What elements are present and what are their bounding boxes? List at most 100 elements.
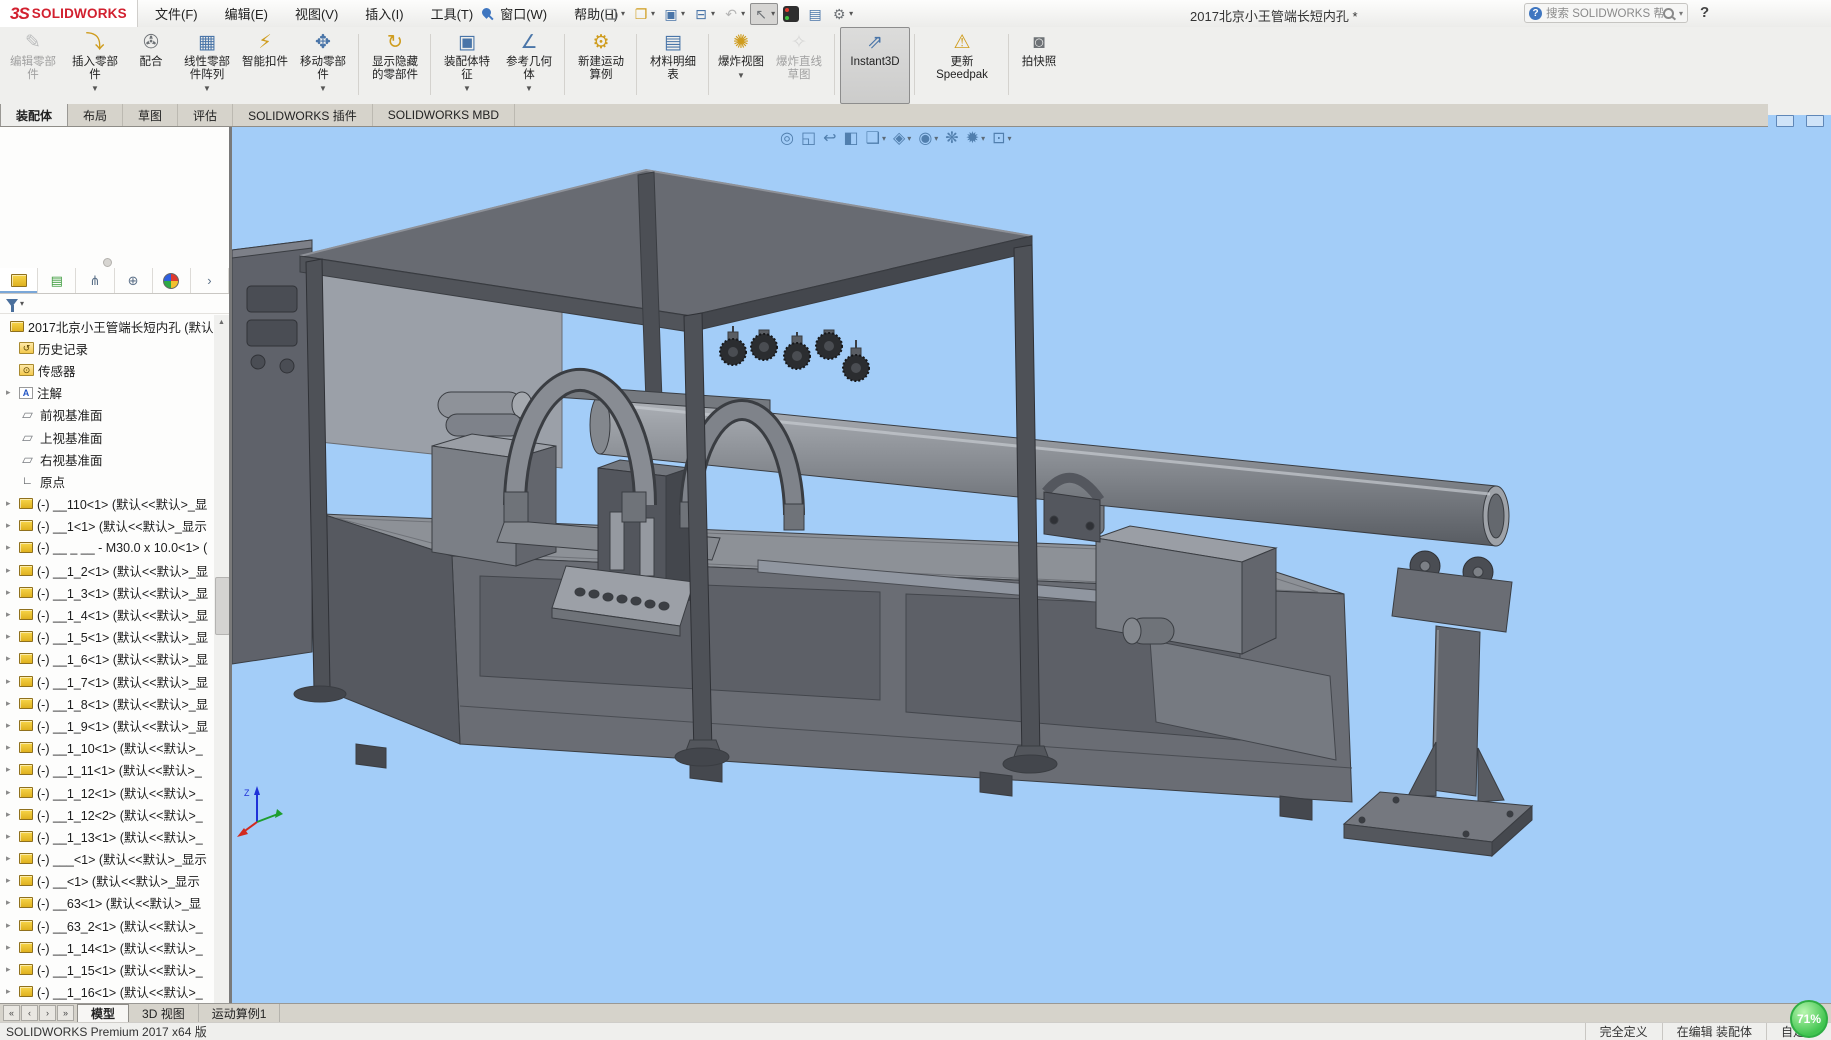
tree-item[interactable]: ▸ A 注解 xyxy=(0,382,214,404)
dropdown-caret-icon[interactable]: ▼ xyxy=(525,84,533,93)
apply-scene-icon[interactable]: ✹ ▾ xyxy=(966,128,985,148)
tree-filter-bar[interactable]: ▾ xyxy=(0,293,229,314)
search-caret-icon[interactable]: ▾ xyxy=(1679,9,1683,18)
search-icon[interactable] xyxy=(1663,8,1674,19)
tree-item[interactable]: ▸ (-) __1_11<1> (默认<<默认>_ xyxy=(0,759,214,781)
tab-assembly[interactable]: 装配体 xyxy=(0,104,68,126)
previous-view-icon[interactable]: ↩ ▾ xyxy=(823,128,836,148)
model-tab[interactable]: 模型 xyxy=(77,1004,129,1022)
expand-arrow-icon[interactable]: ▸ xyxy=(6,542,19,553)
displaymanager-tab[interactable] xyxy=(153,268,191,293)
section-view-icon[interactable]: ◧ ▾ xyxy=(844,128,859,148)
undo-button[interactable]: ↶ ▾ xyxy=(720,3,748,25)
expand-arrow-icon[interactable]: ▸ xyxy=(6,565,19,576)
tree-item[interactable]: ▸ (-) __1_9<1> (默认<<默认>_显 xyxy=(0,714,214,736)
hide-show-items-icon[interactable]: ◉ ▾ xyxy=(918,128,938,148)
display-pane-splitter[interactable] xyxy=(103,258,112,267)
update-speedpak-button[interactable]: ⚠ 更新 Speedpak ▼ xyxy=(920,27,1004,104)
tree-item[interactable]: ▸ (-) __<1> (默认<<默认>_显示 xyxy=(0,870,214,892)
dropdown-caret-icon[interactable]: ▾ xyxy=(741,9,745,18)
edit-appearance-icon[interactable]: ❋ ▾ xyxy=(945,128,958,148)
dropdown-caret-icon[interactable]: ▾ xyxy=(907,134,911,143)
menu-item[interactable]: 插入(I) xyxy=(365,4,403,23)
menu-item[interactable]: 文件(F) xyxy=(155,4,198,23)
new-document-button[interactable]: ❏ ▾ xyxy=(600,3,628,25)
tree-item[interactable]: ▸ ↺ 历史记录 xyxy=(0,337,214,359)
help-button[interactable]: ? xyxy=(1700,4,1709,21)
expand-arrow-icon[interactable]: ▸ xyxy=(6,520,19,531)
bill-of-materials-button[interactable]: ▤ 材料明细表 ▼ xyxy=(642,27,704,104)
expand-arrow-icon[interactable]: ▸ xyxy=(6,720,19,731)
tree-item[interactable]: ▸ (-) __1_14<1> (默认<<默认>_ xyxy=(0,936,214,958)
tree-item[interactable]: ▸ (-) __1_13<1> (默认<<默认>_ xyxy=(0,825,214,847)
tab-layout[interactable]: 布局 xyxy=(68,104,123,126)
scrollbar-thumb[interactable] xyxy=(215,577,229,635)
3d-views-tab[interactable]: 3D 视图 xyxy=(129,1004,199,1022)
menu-item[interactable]: 窗口(W) xyxy=(500,4,547,23)
dropdown-caret-icon[interactable]: ▾ xyxy=(711,9,715,18)
tab-nav-arrow-icon[interactable]: › xyxy=(39,1005,56,1021)
close-document-icon[interactable] xyxy=(1806,115,1824,127)
tree-item[interactable]: ▸ (-) __63<1> (默认<<默认>_显 xyxy=(0,892,214,914)
select-tool-button[interactable]: ↖ ▾ xyxy=(750,3,778,25)
show-hidden-components-button[interactable]: ↻ 显示隐藏的零部件 ▼ xyxy=(364,27,426,104)
tree-item[interactable]: ▸ (-) __63_2<1> (默认<<默认>_ xyxy=(0,914,214,936)
print-button[interactable]: ⊟ ▾ xyxy=(690,3,718,25)
reference-geometry-button[interactable]: ∠ 参考几何体 ▼ xyxy=(498,27,560,104)
explode-line-sketch-button[interactable]: ✧ 爆炸直线草图 ▼ xyxy=(768,27,830,104)
tree-vertical-scrollbar[interactable]: ▲ ▼ xyxy=(214,315,229,1003)
display-style-icon[interactable]: ◈ ▾ xyxy=(893,128,911,148)
options-list-button[interactable]: ▤ ▾ xyxy=(804,3,826,25)
dropdown-caret-icon[interactable]: ▾ xyxy=(934,134,938,143)
tab-sketch[interactable]: 草图 xyxy=(123,104,178,126)
expand-arrow-icon[interactable]: ▸ xyxy=(6,698,19,709)
dropdown-caret-icon[interactable]: ▾ xyxy=(651,9,655,18)
tree-item[interactable]: ▸ (-) __1_3<1> (默认<<默认>_显 xyxy=(0,581,214,603)
options-button[interactable]: ⚙ ▾ xyxy=(828,3,856,25)
machine-assembly-3d-model[interactable] xyxy=(232,127,1831,1003)
save-button[interactable]: ▣ ▾ xyxy=(660,3,688,25)
expand-panel-button[interactable]: › xyxy=(191,268,229,293)
tree-item[interactable]: ▸ (-) __1_7<1> (默认<<默认>_显 xyxy=(0,670,214,692)
expand-arrow-icon[interactable]: ▸ xyxy=(6,387,19,398)
tree-item[interactable]: ▸ (-) __1_12<2> (默认<<默认>_ xyxy=(0,803,214,825)
tree-item[interactable]: ▸ (-) __1_2<1> (默认<<默认>_显 xyxy=(0,559,214,581)
tab-nav-arrow-icon[interactable]: « xyxy=(3,1005,20,1021)
open-button[interactable]: ❐ ▾ xyxy=(630,3,658,25)
expand-arrow-icon[interactable]: ▸ xyxy=(6,809,19,820)
featuremanager-tab[interactable] xyxy=(0,268,38,293)
search-input[interactable]: ? 搜索 SOLIDWORKS 帮助 ▾ xyxy=(1524,3,1688,23)
view-orientation-icon[interactable]: ❑ ▾ xyxy=(866,128,886,148)
tree-item[interactable]: ▸ (-) __1_4<1> (默认<<默认>_显 xyxy=(0,603,214,625)
menu-item[interactable]: 视图(V) xyxy=(295,4,338,23)
dropdown-caret-icon[interactable]: ▾ xyxy=(882,134,886,143)
dropdown-caret-icon[interactable]: ▾ xyxy=(621,9,625,18)
tree-item[interactable]: ▸ (-) __1_12<1> (默认<<默认>_ xyxy=(0,781,214,803)
dropdown-caret-icon[interactable]: ▼ xyxy=(463,84,471,93)
tree-item[interactable]: ▸ (-) __1_5<1> (默认<<默认>_显 xyxy=(0,626,214,648)
tree-item[interactable]: ▸ (-) __110<1> (默认<<默认>_显 xyxy=(0,493,214,515)
menu-item[interactable]: 编辑(E) xyxy=(225,4,268,23)
tab-evaluate[interactable]: 评估 xyxy=(178,104,233,126)
expand-arrow-icon[interactable]: ▸ xyxy=(6,853,19,864)
tree-item[interactable]: ▸ (-) __ _ __ - M30.0 x 10.0<1> ( xyxy=(0,537,214,559)
rebuild-button[interactable]: ▾ xyxy=(780,3,802,25)
tree-item[interactable]: ▸ (-) ___<1> (默认<<默认>_显示 xyxy=(0,848,214,870)
graphics-viewport[interactable]: ◎ ▾ ◱ ▾ ↩ ▾ ◧ ▾ ❑ ▾ ◈ xyxy=(232,127,1831,1003)
view-settings-icon[interactable]: ⊡ ▾ xyxy=(992,128,1011,148)
linear-component-pattern-button[interactable]: ▦ 线性零部件阵列 ▼ xyxy=(176,27,238,104)
expand-arrow-icon[interactable]: ▸ xyxy=(6,498,19,509)
tree-item[interactable]: ▸ ⊙ 传感器 xyxy=(0,359,214,381)
dropdown-caret-icon[interactable]: ▼ xyxy=(203,84,211,93)
assembly-features-button[interactable]: ▣ 装配体特征 ▼ xyxy=(436,27,498,104)
expand-arrow-icon[interactable]: ▸ xyxy=(6,609,19,620)
expand-arrow-icon[interactable]: ▸ xyxy=(6,742,19,753)
expand-arrow-icon[interactable]: ▸ xyxy=(6,986,19,997)
tree-item[interactable]: ▸ ▱ 前视基准面 xyxy=(0,404,214,426)
insert-components-button[interactable]: ⤵ 插入零部件 ▼ xyxy=(64,27,126,104)
dropdown-caret-icon[interactable]: ▾ xyxy=(981,134,985,143)
zoom-fit-icon[interactable]: ◎ ▾ xyxy=(780,128,794,148)
tree-item[interactable]: ▸ (-) __1_10<1> (默认<<默认>_ xyxy=(0,737,214,759)
expand-arrow-icon[interactable]: ▸ xyxy=(6,942,19,953)
mate-button[interactable]: ✇ 配合 ▼ xyxy=(126,27,176,104)
